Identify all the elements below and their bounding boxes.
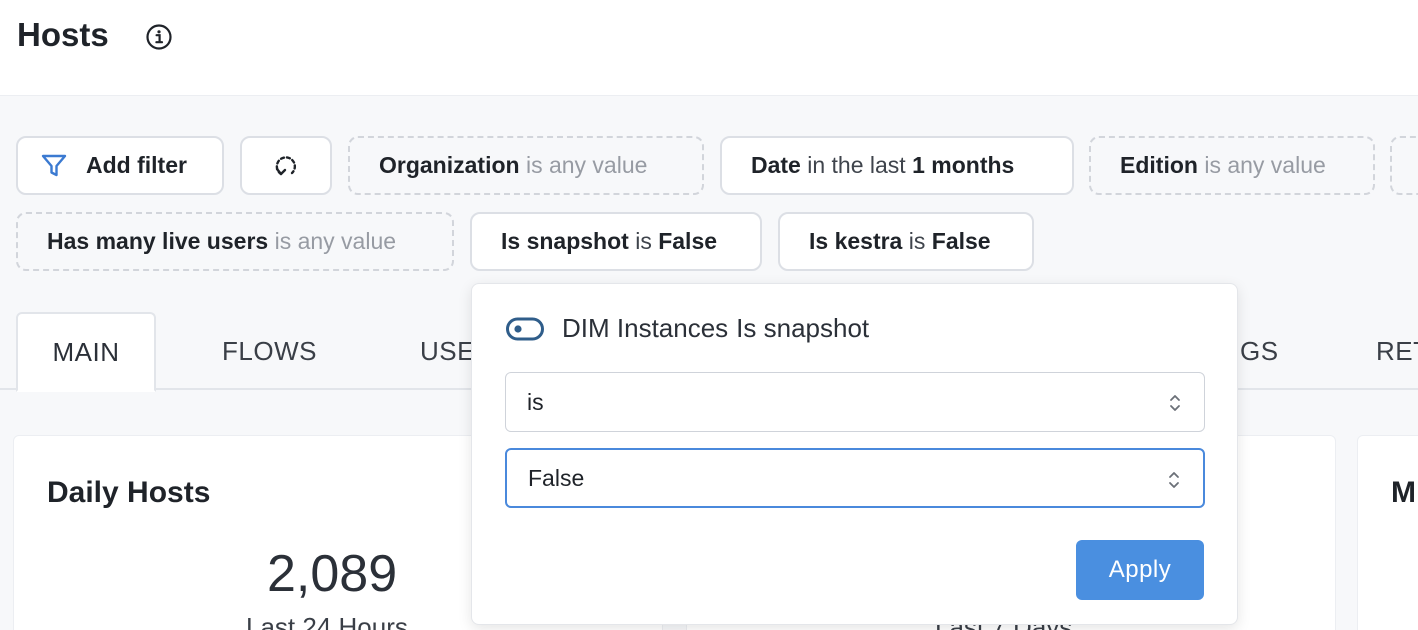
value-value: False <box>528 464 585 491</box>
card-title: M <box>1391 476 1416 509</box>
value-select[interactable]: False <box>505 448 1205 508</box>
chevron-updown-icon <box>1169 472 1179 488</box>
chevron-updown-icon <box>1170 395 1180 411</box>
reset-icon <box>275 155 297 175</box>
page-header: Hosts <box>0 0 1418 96</box>
filter-key: Is snapshot <box>501 228 629 254</box>
metric-subtitle: Last 24 Hours <box>246 612 408 630</box>
toggle-icon <box>506 317 544 340</box>
filter-operator: in the last <box>807 152 906 178</box>
filter-icon <box>41 154 67 176</box>
filter-chip-has-many-live-users[interactable]: Has many live users is any value <box>16 212 454 271</box>
filter-chip-organization[interactable]: Organization is any value <box>348 136 704 195</box>
filter-chip-edition[interactable]: Edition is any value <box>1089 136 1375 195</box>
filter-operator: is <box>908 228 926 254</box>
add-filter-label: Add filter <box>86 152 187 178</box>
filter-key: Edition <box>1120 152 1198 178</box>
metric-value: 2,089 <box>267 545 398 603</box>
filter-key: Date <box>751 152 801 178</box>
filter-popover: DIM Instances Is snapshot is False Apply <box>471 283 1238 625</box>
filter-operator: is <box>635 228 652 254</box>
info-icon[interactable] <box>145 23 173 51</box>
tab-main[interactable]: MAIN <box>16 312 156 392</box>
filter-key: Has many live users <box>47 228 269 254</box>
reset-filters-button[interactable] <box>240 136 332 195</box>
filter-operator: is any value <box>525 152 648 178</box>
popover-source: DIM Instances <box>562 313 729 343</box>
filter-value: False <box>931 228 991 254</box>
operator-value: is <box>527 388 544 415</box>
filter-operator: is any value <box>274 228 397 254</box>
page-title: Hosts <box>17 16 109 53</box>
tab-retention[interactable]: RET <box>1376 312 1418 390</box>
filter-chip-is-kestra[interactable]: Is kestra is False <box>778 212 1034 271</box>
filter-chip-date[interactable]: Date in the last 1 months <box>720 136 1074 195</box>
filter-key: Is kestra <box>809 228 903 254</box>
filter-operator: is any value <box>1204 152 1326 178</box>
operator-select[interactable]: is <box>505 372 1205 432</box>
apply-button[interactable]: Apply <box>1076 540 1204 600</box>
popover-field: Is snapshot <box>736 313 870 343</box>
filter-key: Organization <box>379 152 520 178</box>
filter-value: False <box>658 228 718 254</box>
add-filter-button[interactable]: Add filter <box>16 136 224 195</box>
tab-users[interactable]: USE <box>420 312 475 390</box>
filter-chip-is-snapshot[interactable]: Is snapshot is False <box>470 212 762 271</box>
popover-header: DIM Instances Is snapshot <box>506 313 869 344</box>
tab-settings[interactable]: GS <box>1240 312 1279 390</box>
filter-chip-overflow[interactable] <box>1390 136 1418 195</box>
filter-value: 1 months <box>912 152 1015 178</box>
card-title: Daily Hosts <box>47 476 211 509</box>
third-card: M <box>1357 435 1418 630</box>
tab-flows[interactable]: FLOWS <box>222 312 317 390</box>
